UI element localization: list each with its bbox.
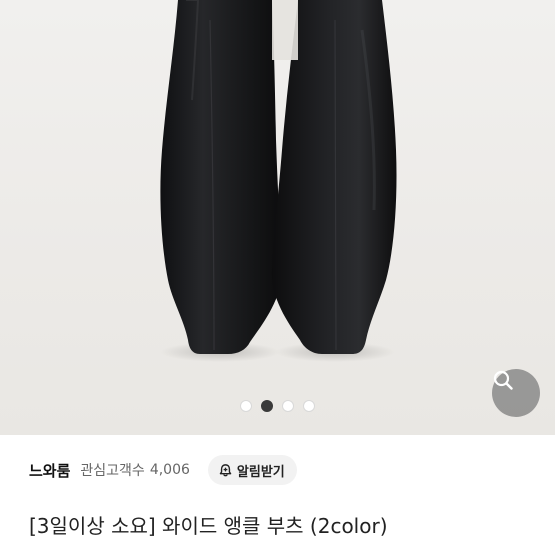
search-icon [493,370,513,390]
left-boot [160,0,283,354]
carousel-dot-active[interactable] [261,400,273,412]
alarm-subscribe-button[interactable]: 알림받기 [207,455,297,485]
carousel-dot[interactable] [282,400,294,412]
fans-count: 4,006 [149,462,190,478]
product-info: 느와룸 관심고객수 4,006 알림받기 [3일이상 소요] 와이드 앵클 부츠… [0,435,555,555]
product-photo [160,0,397,362]
carousel-pagination [0,398,555,414]
search-button[interactable] [492,369,540,417]
fans-label: 관심고객수 [80,463,145,479]
bell-plus-icon [219,463,232,476]
seller-row: 느와룸 관심고객수 4,006 알림받기 [29,455,297,485]
alarm-subscribe-label: 알림받기 [236,464,285,480]
carousel-dot[interactable] [240,400,252,412]
product-title: [3일이상 소요] 와이드 앵클 부츠 (2color) [29,514,388,538]
product-image-carousel[interactable] [0,0,555,435]
carousel-dot[interactable] [303,400,315,412]
seller-name[interactable]: 느와룸 [29,460,70,481]
